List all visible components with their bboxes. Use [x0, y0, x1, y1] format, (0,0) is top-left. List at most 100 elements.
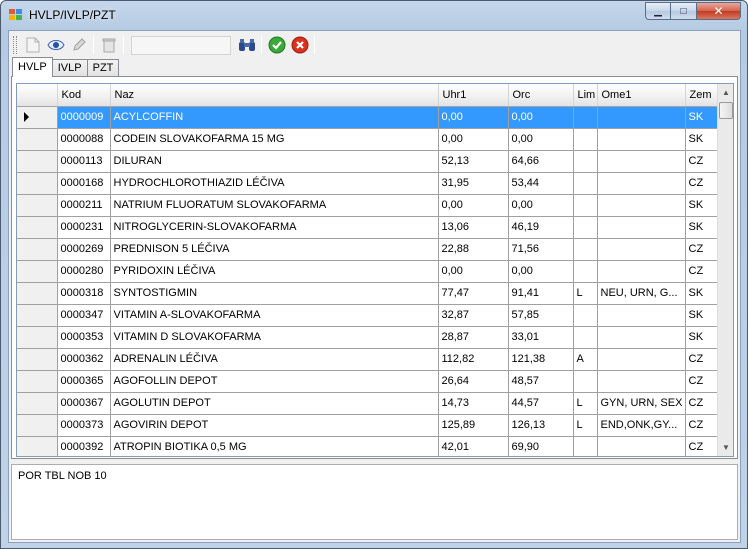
cell-zem[interactable]: SK: [685, 282, 718, 305]
row-header[interactable]: [17, 326, 58, 349]
cell-lim[interactable]: [573, 172, 598, 195]
cell-zem[interactable]: CZ: [685, 370, 718, 393]
cell-naz[interactable]: AGOFOLLIN DEPOT: [110, 370, 439, 393]
row-header[interactable]: [17, 194, 58, 217]
cell-zem[interactable]: SK: [685, 106, 718, 129]
table-row[interactable]: 0000211 NATRIUM FLUORATUM SLOVAKOFARMA 0,0…: [17, 194, 718, 217]
confirm-button[interactable]: [265, 34, 288, 56]
cell-zem[interactable]: SK: [685, 128, 718, 151]
cell-zem[interactable]: CZ: [685, 348, 718, 371]
cell-uhr1[interactable]: 13,06: [438, 216, 509, 239]
row-header[interactable]: [17, 260, 58, 283]
column-header-lim[interactable]: Lim: [573, 84, 598, 107]
cell-uhr1[interactable]: 31,95: [438, 172, 509, 195]
cell-kod[interactable]: 0000168: [57, 172, 111, 195]
cell-ome1[interactable]: [597, 348, 686, 371]
cell-zem[interactable]: CZ: [685, 172, 718, 195]
cell-lim[interactable]: [573, 216, 598, 239]
vertical-scrollbar[interactable]: ▲ ▼: [717, 84, 733, 456]
table-row[interactable]: 0000269 PREDNISON 5 LÉČIVA 22,88 71,56 CZ: [17, 238, 718, 261]
row-header[interactable]: [17, 216, 58, 239]
cell-ome1[interactable]: [597, 150, 686, 173]
cell-orc[interactable]: 91,41: [508, 282, 574, 305]
cell-lim[interactable]: [573, 436, 598, 456]
cell-uhr1[interactable]: 0,00: [438, 128, 509, 151]
cell-zem[interactable]: CZ: [685, 414, 718, 437]
cell-kod[interactable]: 0000362: [57, 348, 111, 371]
row-header[interactable]: [17, 128, 58, 151]
cell-ome1[interactable]: [597, 260, 686, 283]
cell-ome1[interactable]: [597, 238, 686, 261]
cell-zem[interactable]: CZ: [685, 238, 718, 261]
cell-zem[interactable]: CZ: [685, 436, 718, 456]
cell-kod[interactable]: 0000365: [57, 370, 111, 393]
scroll-down-button[interactable]: ▼: [718, 439, 733, 456]
cell-uhr1[interactable]: 22,88: [438, 238, 509, 261]
table-row[interactable]: 0000367 AGOLUTIN DEPOT 14,73 44,57 L GYN, URN…: [17, 392, 718, 415]
find-button[interactable]: [235, 34, 258, 56]
table-row[interactable]: 0000113 DILURAN 52,13 64,66 CZ: [17, 150, 718, 173]
cell-naz[interactable]: AGOLUTIN DEPOT: [110, 392, 439, 415]
cell-zem[interactable]: CZ: [685, 150, 718, 173]
cell-ome1[interactable]: [597, 172, 686, 195]
title-bar[interactable]: HVLP/IVLP/PZT ▁ □ ✕: [1, 1, 747, 30]
cell-zem[interactable]: SK: [685, 194, 718, 217]
cell-naz[interactable]: ATROPIN BIOTIKA 0,5 MG: [110, 436, 439, 456]
row-header[interactable]: [17, 370, 58, 393]
table-row[interactable]: 0000365 AGOFOLLIN DEPOT 26,64 48,57 CZ: [17, 370, 718, 393]
table-row[interactable]: 0000009 ACYLCOFFIN 0,00 0,00 SK: [17, 106, 718, 129]
cell-orc[interactable]: 0,00: [508, 106, 574, 129]
cell-ome1[interactable]: [597, 370, 686, 393]
minimize-button[interactable]: ▁: [645, 2, 671, 20]
row-header[interactable]: [17, 282, 58, 305]
table-row[interactable]: 0000168 HYDROCHLOROTHIAZID LÉČIVA 31,95 53,…: [17, 172, 718, 195]
table-row[interactable]: 0000373 AGOVIRIN DEPOT 125,89 126,13 L END,ON…: [17, 414, 718, 437]
notes-field[interactable]: POR TBL NOB 10: [11, 464, 738, 540]
cell-kod[interactable]: 0000280: [57, 260, 111, 283]
cell-lim[interactable]: L: [573, 414, 598, 437]
cell-ome1[interactable]: [597, 304, 686, 327]
cell-ome1[interactable]: [597, 106, 686, 129]
cell-uhr1[interactable]: 0,00: [438, 194, 509, 217]
cell-zem[interactable]: SK: [685, 304, 718, 327]
cell-orc[interactable]: 69,90: [508, 436, 574, 456]
column-header-zem[interactable]: Zem: [685, 84, 718, 107]
cell-lim[interactable]: A: [573, 348, 598, 371]
cell-uhr1[interactable]: 28,87: [438, 326, 509, 349]
cell-lim[interactable]: [573, 326, 598, 349]
table-row[interactable]: 0000231 NITROGLYCERIN-SLOVAKOFARMA 13,06 46…: [17, 216, 718, 239]
column-header-ome1[interactable]: Ome1: [597, 84, 686, 107]
cell-orc[interactable]: 71,56: [508, 238, 574, 261]
cell-ome1[interactable]: GYN, URN, SEX: [597, 392, 686, 415]
cell-ome1[interactable]: [597, 194, 686, 217]
cell-uhr1[interactable]: 42,01: [438, 436, 509, 456]
column-header-kod[interactable]: Kod: [57, 84, 111, 107]
cell-lim[interactable]: [573, 370, 598, 393]
table-row[interactable]: 0000088 CODEIN SLOVAKOFARMA 15 MG 0,00 0,00…: [17, 128, 718, 151]
delete-button[interactable]: [97, 34, 120, 56]
cell-kod[interactable]: 0000088: [57, 128, 111, 151]
maximize-button[interactable]: □: [671, 2, 697, 20]
cell-naz[interactable]: AGOVIRIN DEPOT: [110, 414, 439, 437]
cell-uhr1[interactable]: 26,64: [438, 370, 509, 393]
cell-kod[interactable]: 0000211: [57, 194, 111, 217]
cell-naz[interactable]: CODEIN SLOVAKOFARMA 15 MG: [110, 128, 439, 151]
cell-lim[interactable]: [573, 194, 598, 217]
row-header[interactable]: [17, 238, 58, 261]
cell-uhr1[interactable]: 32,87: [438, 304, 509, 327]
row-header[interactable]: [17, 348, 58, 371]
table-row[interactable]: 0000353 VITAMIN D SLOVAKOFARMA 28,87 33,01 S…: [17, 326, 718, 349]
cell-uhr1[interactable]: 0,00: [438, 260, 509, 283]
cell-ome1[interactable]: [597, 326, 686, 349]
cell-naz[interactable]: ADRENALIN LÉČIVA: [110, 348, 439, 371]
row-header[interactable]: [17, 414, 58, 437]
cell-lim[interactable]: [573, 106, 598, 129]
cell-kod[interactable]: 0000009: [57, 106, 111, 129]
cell-orc[interactable]: 44,57: [508, 392, 574, 415]
cell-kod[interactable]: 0000353: [57, 326, 111, 349]
cell-kod[interactable]: 0000113: [57, 150, 111, 173]
row-header[interactable]: [17, 150, 58, 173]
cell-kod[interactable]: 0000347: [57, 304, 111, 327]
row-header[interactable]: [17, 172, 58, 195]
cell-orc[interactable]: 33,01: [508, 326, 574, 349]
